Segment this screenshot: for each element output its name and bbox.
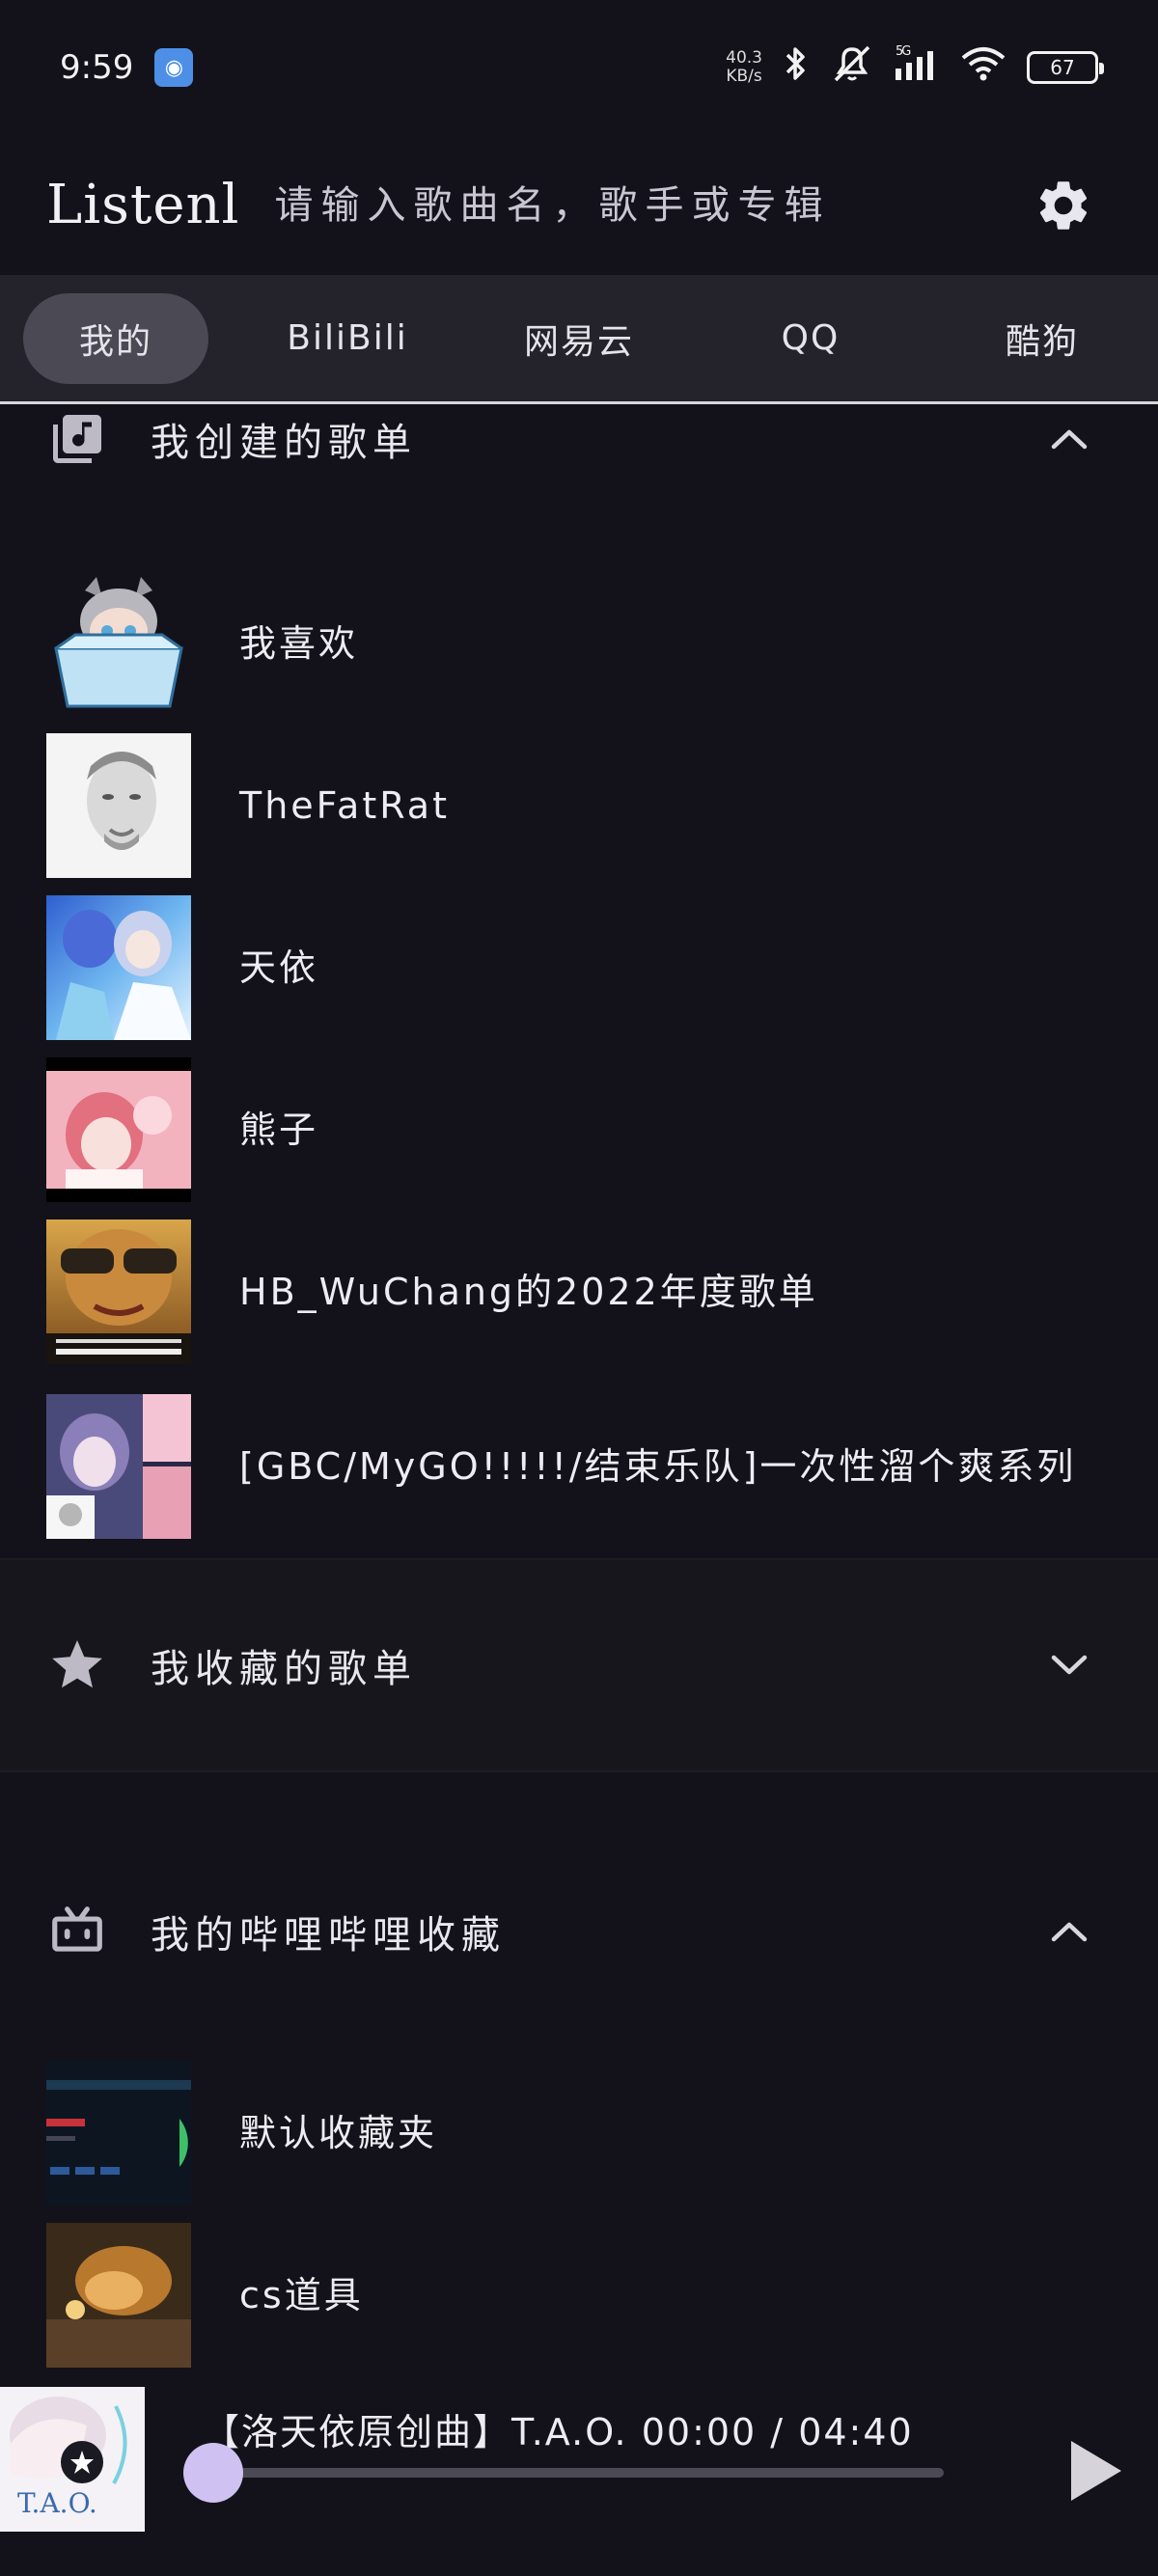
status-time: 9:59 — [60, 48, 134, 87]
tab-kugou[interactable]: 酷狗 — [950, 293, 1135, 384]
playlist-item[interactable]: HB_WuChang的2022年度歌单 — [0, 1211, 1158, 1373]
playlist-item[interactable]: 熊子 — [0, 1049, 1158, 1211]
tab-netease[interactable]: 网易云 — [486, 293, 672, 384]
net-speed: 40.3 KB/s — [726, 48, 762, 86]
playlist-cover — [46, 1057, 191, 1202]
playlist-name: 天依 — [239, 946, 319, 989]
status-bar: 9:59 ◉ 40.3 KB/s 5G 67 — [0, 0, 1158, 135]
chevron-up-icon[interactable] — [1046, 1908, 1092, 1955]
playlist-item[interactable]: TheFatRat — [0, 725, 1158, 887]
chevron-up-icon[interactable] — [1046, 416, 1092, 462]
folder-cover — [46, 2223, 191, 2368]
progress-track[interactable] — [214, 2468, 944, 2478]
settings-gear-icon[interactable] — [1025, 167, 1102, 244]
battery-icon: 67 — [1027, 51, 1104, 84]
tab-mine[interactable]: 我的 — [23, 292, 208, 384]
playlist-name: HB_WuChang的2022年度歌单 — [239, 1271, 818, 1313]
folder-name: 默认收藏夹 — [239, 2112, 438, 2154]
playlist-cover — [46, 1219, 191, 1364]
playlist-item[interactable]: [GBC/MyGO!!!!!/结束乐队]一次性溜个爽系列 — [0, 1373, 1158, 1547]
mini-player: T.A.O. 【洛天依原创曲】T.A.O. 00:00 / 04:40 — [0, 2383, 1158, 2576]
section-created-title: 我创建的歌单 — [151, 421, 417, 465]
music-library-icon — [46, 408, 108, 470]
section-bilibili-title: 我的哔哩哔哩收藏 — [151, 1913, 506, 1958]
star-icon — [46, 1634, 108, 1696]
wifi-icon — [959, 44, 1007, 92]
now-playing-title: 【洛天依原创曲】T.A.O. 00:00 / 04:40 — [203, 2411, 914, 2453]
svg-text:T.A.O.: T.A.O. — [17, 2487, 97, 2519]
cellular-signal-icon: 5G — [894, 44, 940, 91]
tab-qq[interactable]: QQ — [718, 293, 903, 384]
mute-bell-icon — [830, 43, 874, 93]
playlist-cover — [46, 1394, 191, 1539]
playlist-cover — [46, 733, 191, 878]
status-icons: 40.3 KB/s 5G 67 — [726, 43, 1104, 93]
library-content: 我创建的歌单 我喜欢 TheFatRat 天依 熊子 HB_WuChang的20… — [0, 404, 1158, 2376]
bluetooth-icon — [782, 44, 811, 92]
favorite-folder-item[interactable]: 默认收藏夹 — [0, 2052, 1158, 2214]
bilibili-tv-icon — [46, 1901, 108, 1962]
now-playing-cover[interactable]: T.A.O. — [0, 2387, 145, 2532]
app-notification-icon: ◉ — [154, 48, 194, 87]
tab-bilibili[interactable]: BiliBili — [255, 293, 440, 384]
search-input[interactable] — [274, 182, 1025, 228]
section-created-header[interactable]: 我创建的歌单 — [0, 400, 1158, 478]
playlist-item[interactable]: 天依 — [0, 887, 1158, 1049]
playlist-name: 我喜欢 — [239, 622, 359, 665]
folder-cover — [46, 2061, 191, 2206]
app-logo: Listenl — [46, 174, 240, 236]
section-favorited: 我收藏的歌单 — [0, 1558, 1158, 1772]
playlist-name: 熊子 — [239, 1109, 319, 1151]
section-favorited-header[interactable]: 我收藏的歌单 — [0, 1560, 1158, 1770]
folder-name: cs道具 — [239, 2274, 364, 2316]
playlist-cover — [46, 895, 191, 1040]
section-bilibili-header[interactable]: 我的哔哩哔哩收藏 — [0, 1859, 1158, 2004]
favorite-folder-item[interactable]: cs道具 — [0, 2214, 1158, 2376]
app-header: Listenl — [0, 135, 1158, 275]
source-tabs: 我的 BiliBili 网易云 QQ 酷狗 — [0, 275, 1158, 404]
playlist-item[interactable]: 我喜欢 — [0, 562, 1158, 725]
play-icon[interactable] — [1062, 2437, 1129, 2505]
section-favorited-title: 我收藏的歌单 — [151, 1647, 417, 1691]
playlist-name: [GBC/MyGO!!!!!/结束乐队]一次性溜个爽系列 — [239, 1445, 1077, 1488]
svg-text:5G: 5G — [896, 45, 910, 59]
chevron-down-icon[interactable] — [1046, 1642, 1092, 1688]
progress-handle[interactable] — [183, 2443, 243, 2503]
playlist-cover — [46, 571, 191, 716]
playlist-name: TheFatRat — [239, 784, 450, 827]
